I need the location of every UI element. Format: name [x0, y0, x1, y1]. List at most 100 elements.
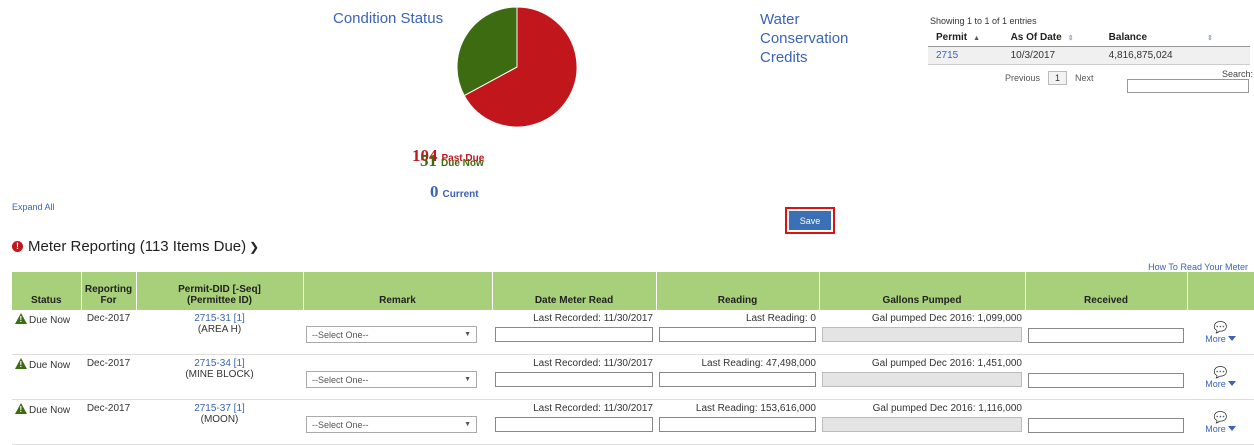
reading-input[interactable]: [659, 327, 816, 342]
gallons-pumped-text: Gal pumped Dec 2016: 1,099,000: [871, 313, 1022, 324]
permittee-id: (MINE BLOCK): [185, 369, 254, 380]
chevron-down-icon: [1227, 336, 1236, 341]
remark-select[interactable]: --Select One-- ▼: [306, 416, 477, 433]
reading-input[interactable]: [659, 372, 816, 387]
date-meter-read-cell: Last Recorded: 11/30/2017: [492, 310, 656, 355]
status-text: Due Now: [29, 315, 71, 326]
gallons-pumped-input: [822, 327, 1022, 342]
search-label: Search:: [1222, 69, 1254, 79]
permit-link[interactable]: 2715: [928, 46, 1003, 65]
reporting-for-header: Reporting For: [81, 272, 137, 310]
reading-cell: Last Reading: 153,616,000: [656, 399, 819, 445]
sort-icon: ⇕: [1067, 35, 1074, 42]
remark-select[interactable]: --Select One-- ▼: [306, 326, 477, 343]
permit-cell: 2715-34 [1] (MINE BLOCK): [136, 354, 303, 400]
remark-select-value: --Select One--: [312, 329, 369, 340]
permits-search-input[interactable]: [1127, 79, 1249, 93]
permit-did-link[interactable]: 2715-37 [1]: [139, 403, 300, 414]
gallons-pumped-cell: Gal pumped Dec 2016: 1,451,000: [819, 354, 1025, 400]
meter-reporting-heading[interactable]: ! Meter Reporting (113 Items Due) ❯: [12, 238, 259, 255]
more-button[interactable]: 💬 More: [1190, 321, 1251, 344]
balance-value: 4,816,875,024: [1100, 46, 1250, 65]
permit-did-link[interactable]: 2715-31 [1]: [139, 313, 300, 324]
save-button[interactable]: Save: [789, 211, 831, 230]
alert-icon: !: [12, 241, 23, 252]
date-meter-read-input[interactable]: [495, 372, 653, 387]
more-cell: 💬 More: [1187, 310, 1254, 355]
balance-column-header[interactable]: Balance ⇕: [1100, 29, 1250, 47]
last-reading-text: Last Reading: 153,616,000: [695, 403, 816, 414]
water-title-line1: Water: [760, 11, 800, 28]
current-count: 0 Current: [430, 182, 479, 202]
date-meter-read-cell: Last Recorded: 11/30/2017: [492, 354, 656, 400]
gallons-pumped-input: [822, 417, 1022, 432]
remark-select-value: --Select One--: [312, 374, 369, 385]
previous-page-button[interactable]: Previous: [1005, 73, 1040, 83]
more-button[interactable]: 💬 More: [1190, 411, 1251, 434]
received-header: Received: [1025, 272, 1188, 310]
chevron-down-icon[interactable]: ❯: [249, 240, 259, 254]
reading-header: Reading: [656, 272, 820, 310]
as-of-date-value: 10/3/2017: [1002, 46, 1101, 65]
received-input[interactable]: [1028, 328, 1184, 343]
how-to-read-meter-link[interactable]: How To Read Your Meter: [1148, 262, 1248, 272]
permits-row: 2715 10/3/2017 4,816,875,024: [928, 46, 1250, 65]
more-button[interactable]: 💬 More: [1190, 366, 1251, 389]
remark-header: Remark: [303, 272, 493, 310]
table-row: Due Now Dec-2017 2715-37 [1](MOON) --Sel…: [12, 399, 1254, 445]
warning-icon: [15, 313, 27, 324]
permits-table: Permit ▲ As Of Date ⇕ Balance ⇕ 2715 10/3/2…: [928, 29, 1250, 65]
water-title-line3: Credits: [760, 49, 808, 66]
remark-select[interactable]: --Select One-- ▼: [306, 371, 477, 388]
gallons-pumped-text: Gal pumped Dec 2016: 1,451,000: [871, 358, 1022, 369]
more-cell: 💬 More: [1187, 354, 1254, 400]
comment-icon: 💬: [1213, 367, 1228, 379]
permittee-id: (MOON): [200, 414, 239, 425]
last-recorded-text: Last Recorded: 11/30/2017: [533, 313, 653, 324]
received-input[interactable]: [1028, 418, 1184, 433]
permit-did-link[interactable]: 2715-34 [1]: [139, 358, 300, 369]
gallons-pumped-header: Gallons Pumped: [819, 272, 1026, 310]
due-now-number: 51: [420, 151, 437, 170]
section-title: Meter Reporting (113 Items Due): [28, 238, 247, 255]
received-input[interactable]: [1028, 373, 1184, 388]
chevron-down-icon: ▼: [464, 376, 471, 383]
permit-did-header: Permit-DID [-Seq] (Permittee ID): [136, 272, 304, 310]
condition-status-title: Condition Status: [333, 10, 444, 27]
reporting-period: Dec-2017: [81, 399, 136, 445]
comment-icon: 💬: [1213, 412, 1228, 424]
more-label: More: [1205, 334, 1226, 344]
permit-column-header[interactable]: Permit ▲: [928, 29, 1003, 47]
meter-reporting-table: Status Reporting For Permit-DID [-Seq] (Pe…: [12, 272, 1254, 445]
gallons-pumped-cell: Gal pumped Dec 2016: 1,116,000: [819, 399, 1025, 445]
as-of-date-column-header[interactable]: As Of Date ⇕: [1002, 29, 1101, 47]
received-cell: [1025, 310, 1187, 355]
due-now-label: Due Now: [441, 158, 484, 169]
date-meter-read-input[interactable]: [495, 327, 653, 342]
reading-cell: Last Reading: 47,498,000: [656, 354, 819, 400]
chevron-down-icon: [1227, 381, 1236, 386]
more-label: More: [1205, 379, 1226, 389]
water-conservation-credits-title: Water Conservation Credits: [760, 10, 848, 67]
permittee-id: (AREA H): [197, 324, 242, 335]
remark-cell: --Select One-- ▼: [303, 399, 492, 445]
expand-all-link[interactable]: Expand All: [12, 202, 55, 212]
sort-icon: ⇕: [1207, 35, 1213, 42]
permit-cell: 2715-31 [1] (AREA H): [136, 310, 303, 355]
date-meter-read-input[interactable]: [495, 417, 653, 432]
entries-info: Showing 1 to 1 of 1 entries: [930, 16, 1037, 26]
last-recorded-text: Last Recorded: 11/30/2017: [533, 358, 653, 369]
reporting-period: Dec-2017: [81, 310, 136, 355]
table-header-row: Status Reporting For Permit-DID [-Seq] (Pe…: [12, 272, 1254, 310]
reading-input[interactable]: [659, 417, 816, 432]
status-cell: Due Now: [12, 354, 81, 400]
gallons-pumped-cell: Gal pumped Dec 2016: 1,099,000: [819, 310, 1025, 355]
next-page-button[interactable]: Next: [1075, 73, 1094, 83]
remark-select-value: --Select One--: [312, 419, 369, 430]
gallons-pumped-text: Gal pumped Dec 2016: 1,116,000: [872, 403, 1022, 414]
last-reading-text: Last Reading: 47,498,000: [701, 358, 816, 369]
page-1-button[interactable]: 1: [1048, 71, 1068, 85]
sort-asc-icon: ▲: [973, 35, 981, 42]
current-label: Current: [442, 189, 479, 200]
chevron-down-icon: [1227, 426, 1236, 431]
